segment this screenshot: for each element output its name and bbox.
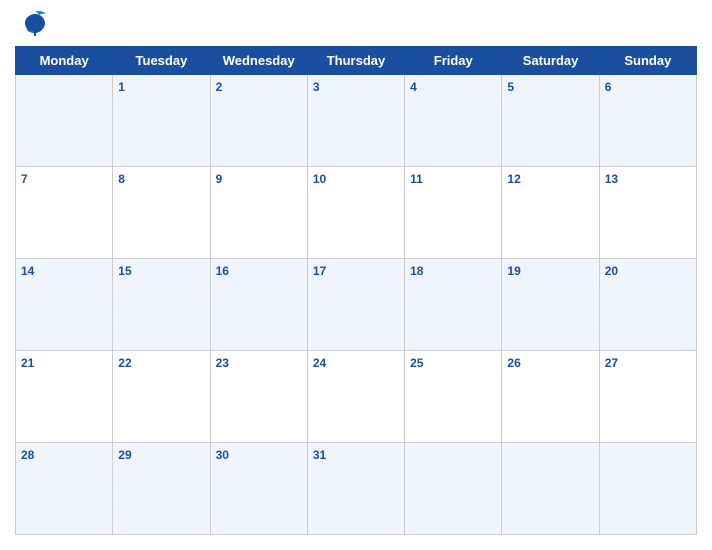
calendar-header: [15, 10, 697, 38]
day-number: 24: [313, 356, 326, 370]
calendar-day-2: 2: [210, 75, 307, 167]
day-number: 6: [605, 80, 612, 94]
calendar-week-4: 21 22 23 24 25 26 27: [16, 351, 697, 443]
calendar-day-empty: [599, 443, 696, 535]
day-number: 8: [118, 172, 125, 186]
day-number: 19: [507, 264, 520, 278]
day-number: 3: [313, 80, 320, 94]
weekday-header-wednesday: Wednesday: [210, 47, 307, 75]
calendar-day-11: 11: [405, 167, 502, 259]
calendar-day-26: 26: [502, 351, 599, 443]
calendar-day-14: 14: [16, 259, 113, 351]
calendar-day-15: 15: [113, 259, 210, 351]
calendar-week-1: 1 2 3 4 5 6: [16, 75, 697, 167]
calendar-day-9: 9: [210, 167, 307, 259]
calendar-day-3: 3: [307, 75, 404, 167]
calendar-day-20: 20: [599, 259, 696, 351]
calendar-day-29: 29: [113, 443, 210, 535]
weekday-header-saturday: Saturday: [502, 47, 599, 75]
calendar-day-19: 19: [502, 259, 599, 351]
calendar-day-17: 17: [307, 259, 404, 351]
calendar-day-28: 28: [16, 443, 113, 535]
day-number: 25: [410, 356, 423, 370]
calendar-day-12: 12: [502, 167, 599, 259]
day-number: 1: [118, 80, 125, 94]
calendar-day-25: 25: [405, 351, 502, 443]
day-number: 11: [410, 172, 423, 186]
weekday-header-friday: Friday: [405, 47, 502, 75]
calendar-week-2: 7 8 9 10 11 12 13: [16, 167, 697, 259]
day-number: 27: [605, 356, 618, 370]
calendar-day-empty: [502, 443, 599, 535]
calendar-week-5: 28 29 30 31: [16, 443, 697, 535]
calendar-day-22: 22: [113, 351, 210, 443]
calendar-day-18: 18: [405, 259, 502, 351]
day-number: 7: [21, 172, 28, 186]
calendar-day-8: 8: [113, 167, 210, 259]
day-number: 14: [21, 264, 34, 278]
calendar-day-16: 16: [210, 259, 307, 351]
weekday-header-tuesday: Tuesday: [113, 47, 210, 75]
calendar-day-5: 5: [502, 75, 599, 167]
day-number: 31: [313, 448, 326, 462]
day-number: 4: [410, 80, 417, 94]
calendar-day-13: 13: [599, 167, 696, 259]
day-number: 9: [216, 172, 223, 186]
calendar-day-30: 30: [210, 443, 307, 535]
day-number: 30: [216, 448, 229, 462]
day-number: 23: [216, 356, 229, 370]
day-number: 13: [605, 172, 618, 186]
day-number: 16: [216, 264, 229, 278]
calendar-day-4: 4: [405, 75, 502, 167]
day-number: 2: [216, 80, 223, 94]
calendar-day-21: 21: [16, 351, 113, 443]
calendar-day-23: 23: [210, 351, 307, 443]
day-number: 26: [507, 356, 520, 370]
weekday-header-sunday: Sunday: [599, 47, 696, 75]
day-number: 5: [507, 80, 514, 94]
weekday-header-row: MondayTuesdayWednesdayThursdayFridaySatu…: [16, 47, 697, 75]
day-number: 20: [605, 264, 618, 278]
calendar-day-7: 7: [16, 167, 113, 259]
day-number: 28: [21, 448, 34, 462]
day-number: 17: [313, 264, 326, 278]
calendar-day-10: 10: [307, 167, 404, 259]
day-number: 22: [118, 356, 131, 370]
day-number: 18: [410, 264, 423, 278]
calendar-day-27: 27: [599, 351, 696, 443]
day-number: 10: [313, 172, 326, 186]
calendar-week-3: 14 15 16 17 18 19 20: [16, 259, 697, 351]
calendar-day-1: 1: [113, 75, 210, 167]
day-number: 12: [507, 172, 520, 186]
calendar-day-31: 31: [307, 443, 404, 535]
weekday-header-thursday: Thursday: [307, 47, 404, 75]
day-number: 15: [118, 264, 131, 278]
calendar-table: MondayTuesdayWednesdayThursdayFridaySatu…: [15, 46, 697, 535]
calendar-day-empty: [405, 443, 502, 535]
calendar-day-6: 6: [599, 75, 696, 167]
weekday-header-monday: Monday: [16, 47, 113, 75]
calendar-day-24: 24: [307, 351, 404, 443]
calendar-day-empty: [16, 75, 113, 167]
day-number: 21: [21, 356, 34, 370]
logo: [20, 10, 54, 38]
logo-bird-icon: [20, 10, 50, 38]
day-number: 29: [118, 448, 131, 462]
